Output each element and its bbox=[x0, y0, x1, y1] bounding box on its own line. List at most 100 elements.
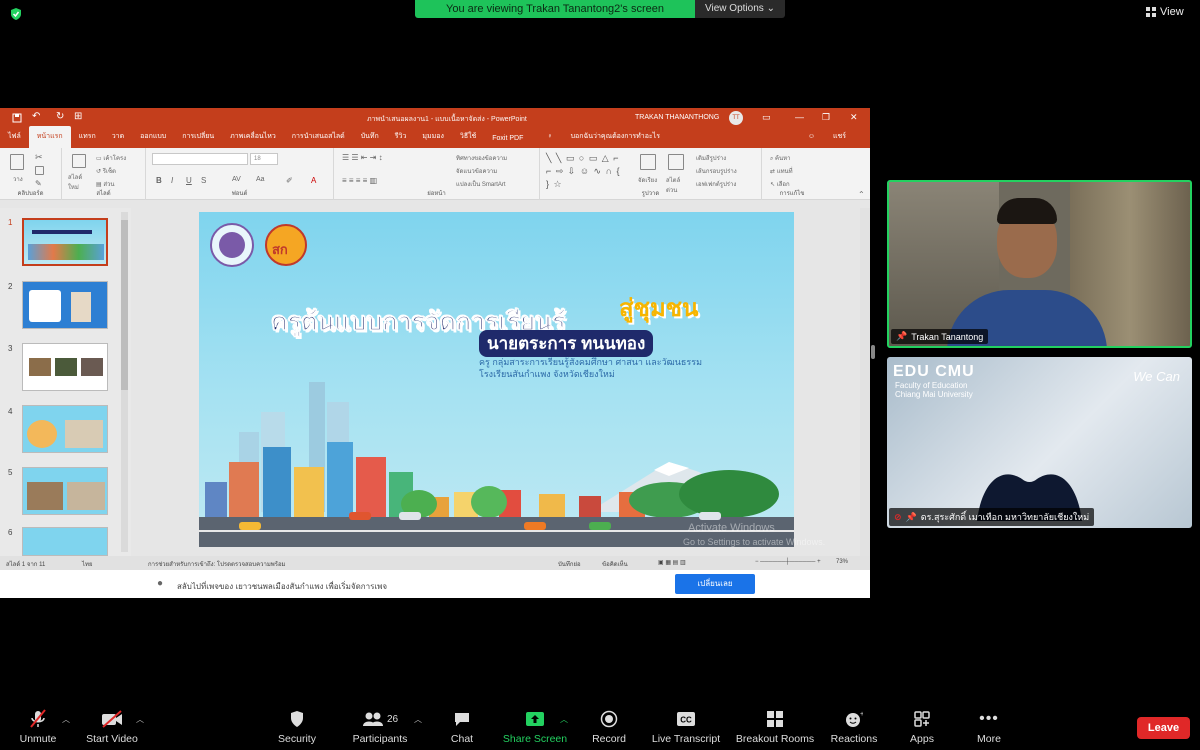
char-spacing-button[interactable]: AV bbox=[232, 176, 241, 183]
tab-insert[interactable]: แทรก bbox=[71, 131, 104, 148]
align-text-button[interactable]: จัดแนวข้อความ bbox=[456, 166, 497, 176]
view-button[interactable]: View bbox=[1146, 6, 1184, 18]
record-button[interactable]: Record bbox=[586, 706, 632, 750]
participants-count: 26 bbox=[386, 713, 399, 725]
font-size-select[interactable]: 18 bbox=[250, 153, 278, 165]
apps-button[interactable]: Apps bbox=[902, 706, 942, 750]
participants-button[interactable]: 26 Participants bbox=[348, 706, 412, 750]
arrange-icon[interactable] bbox=[640, 154, 656, 170]
ppt-user-avatar[interactable]: TT bbox=[729, 111, 743, 125]
share-options-caret-icon[interactable]: ︿ bbox=[560, 714, 568, 725]
ribbon-display-icon[interactable]: ▭ bbox=[762, 112, 771, 123]
restore-icon[interactable]: ❐ bbox=[822, 112, 830, 123]
language-indicator[interactable]: ไทย bbox=[82, 559, 93, 569]
slide-thumbnail-3[interactable] bbox=[22, 343, 108, 391]
switch-now-button[interactable]: เปลี่ยนเลย bbox=[675, 574, 755, 594]
live-transcript-button[interactable]: CC Live Transcript bbox=[650, 706, 722, 750]
panel-resize-handle[interactable] bbox=[871, 345, 875, 359]
slide-thumbnail-5[interactable] bbox=[22, 467, 108, 515]
tab-transitions[interactable]: การเปลี่ยน bbox=[174, 131, 222, 148]
undo-icon[interactable]: ↶ bbox=[32, 111, 40, 122]
slide-thumbnail-6[interactable] bbox=[22, 527, 108, 556]
save-icon[interactable] bbox=[12, 113, 22, 123]
quick-styles-icon[interactable] bbox=[668, 154, 684, 170]
change-case-button[interactable]: Aa bbox=[256, 176, 265, 183]
shape-outline-button[interactable]: เส้นกรอบรูปร่าง bbox=[696, 166, 737, 176]
italic-button[interactable]: I bbox=[171, 176, 173, 185]
reactions-button[interactable]: + Reactions bbox=[828, 706, 880, 750]
leave-button[interactable]: Leave bbox=[1137, 717, 1190, 739]
shapes-gallery[interactable]: ╲ ╲ ▭ ○ ▭ △ ⌐ ⌐ ⇨ ⇩ ☺ ∿ ∩ { } ☆ bbox=[546, 152, 626, 191]
participants-options-caret-icon[interactable]: ︿ bbox=[414, 714, 422, 725]
video-options-caret-icon[interactable]: ︿ bbox=[136, 714, 144, 725]
tab-draw[interactable]: วาด bbox=[104, 131, 132, 148]
smiley-plus-icon: + bbox=[846, 711, 863, 727]
tab-help[interactable]: วิธีใช้ bbox=[452, 131, 484, 148]
tab-view[interactable]: มุมมอง bbox=[414, 131, 451, 148]
new-slide-icon[interactable] bbox=[72, 154, 86, 168]
minimize-icon[interactable]: — bbox=[795, 112, 804, 122]
tab-design[interactable]: ออกแบบ bbox=[132, 131, 174, 148]
accessibility-status[interactable]: การช่วยสำหรับการเข้าถึง: โปรดตรวจสอบความ… bbox=[148, 559, 286, 569]
security-button[interactable]: Security bbox=[272, 706, 322, 750]
participant-video-trakan[interactable]: 📌 Trakan Tanantong bbox=[887, 180, 1192, 348]
paste-icon[interactable] bbox=[10, 154, 24, 170]
view-normal-icon[interactable]: ▣ ▦ ▤ ▥ bbox=[658, 559, 686, 566]
shadow-button[interactable]: S bbox=[201, 176, 206, 185]
tab-animations[interactable]: ภาพเคลื่อนไหว bbox=[222, 131, 284, 148]
format-painter-icon[interactable]: ✎ bbox=[35, 179, 42, 188]
bold-button[interactable]: B bbox=[156, 176, 162, 185]
current-slide[interactable]: สก ครูต้นแบบการจัดการเรียนรู้ สู่ชุมชน น… bbox=[199, 212, 794, 547]
zoom-level[interactable]: 73% bbox=[836, 559, 848, 565]
zoom-slider[interactable]: − ──────┼────── + bbox=[755, 559, 821, 565]
underline-button[interactable]: U bbox=[186, 176, 192, 185]
more-button[interactable]: ••• More bbox=[970, 706, 1008, 750]
find-button[interactable]: ⌕ ค้นหา bbox=[770, 153, 790, 163]
replace-button[interactable]: ⇄ แทนที่ bbox=[770, 166, 793, 176]
close-icon[interactable]: ✕ bbox=[850, 112, 858, 123]
slide-thumbnail-4[interactable] bbox=[22, 405, 108, 453]
align-icon[interactable]: ≡ ≡ ≡ ≡ ▥ bbox=[342, 176, 377, 185]
view-options-button[interactable]: View Options ⌄ bbox=[695, 0, 785, 18]
share-screen-button[interactable]: Share Screen bbox=[500, 706, 570, 750]
tab-record[interactable]: บันทึก bbox=[353, 131, 387, 148]
unmute-button[interactable]: Unmute bbox=[12, 706, 64, 750]
reset-button[interactable]: ↺ รีเซ็ต bbox=[96, 166, 116, 176]
breakout-rooms-button[interactable]: Breakout Rooms bbox=[734, 706, 816, 750]
slide-number-6: 6 bbox=[8, 528, 13, 537]
slide-number-3: 3 bbox=[8, 344, 13, 353]
tab-foxit-pdf[interactable]: Foxit PDF bbox=[484, 135, 531, 148]
comments-button[interactable]: ข้อคิดเห็น bbox=[602, 559, 628, 569]
slide-thumbnail-2[interactable] bbox=[22, 281, 108, 329]
shape-fill-button[interactable]: เติมสีรูปร่าง bbox=[696, 153, 726, 163]
tab-home[interactable]: หน้าแรก bbox=[28, 126, 71, 148]
thumbnail-scrollbar[interactable] bbox=[121, 212, 128, 552]
participant-video-surasak[interactable]: EDU CMU Faculty of Education Chiang Mai … bbox=[887, 357, 1192, 528]
share-button[interactable]: ☺ แชร์ bbox=[792, 131, 862, 148]
start-video-button[interactable]: Start Video bbox=[82, 706, 142, 750]
present-icon[interactable]: ⊞ bbox=[74, 111, 82, 122]
bullets-icon[interactable]: ☰ ☰ ⇤ ⇥ ↕ bbox=[342, 153, 383, 162]
ribbon-group-editing: ⌕ ค้นหา ⇄ แทนที่ ↖ เลือก การแก้ไข bbox=[762, 148, 822, 200]
chat-button[interactable]: Chat bbox=[442, 706, 482, 750]
slide-thumbnail-1[interactable] bbox=[22, 218, 108, 266]
svg-text:CC: CC bbox=[680, 716, 692, 725]
thumbnail-scroll-thumb[interactable] bbox=[121, 220, 128, 390]
tab-review[interactable]: รีวิว bbox=[387, 131, 415, 148]
collapse-ribbon-icon[interactable]: ⌃ bbox=[858, 190, 865, 199]
layout-button[interactable]: ▭ เค้าโครง bbox=[96, 153, 126, 163]
redo-icon[interactable]: ↻ bbox=[56, 111, 64, 122]
security-shield-icon[interactable] bbox=[9, 7, 23, 21]
copy-icon[interactable] bbox=[35, 166, 44, 175]
highlight-icon[interactable]: ✐ bbox=[286, 176, 293, 185]
text-direction-button[interactable]: ทิศทางของข้อความ bbox=[456, 153, 507, 163]
tab-slideshow[interactable]: การนำเสนอสไลด์ bbox=[284, 131, 353, 148]
tell-me-search[interactable]: ♀ บอกฉันว่าคุณต้องการทำอะไร bbox=[531, 131, 676, 148]
font-family-select[interactable] bbox=[152, 153, 248, 165]
slide-scrollbar[interactable] bbox=[860, 208, 870, 556]
cut-icon[interactable]: ✂ bbox=[35, 152, 43, 163]
font-color-button[interactable]: A bbox=[311, 176, 316, 185]
tab-file[interactable]: ไฟล์ bbox=[0, 131, 29, 148]
audio-options-caret-icon[interactable]: ︿ bbox=[62, 714, 70, 725]
notes-button[interactable]: บันทึกย่อ bbox=[558, 559, 581, 569]
